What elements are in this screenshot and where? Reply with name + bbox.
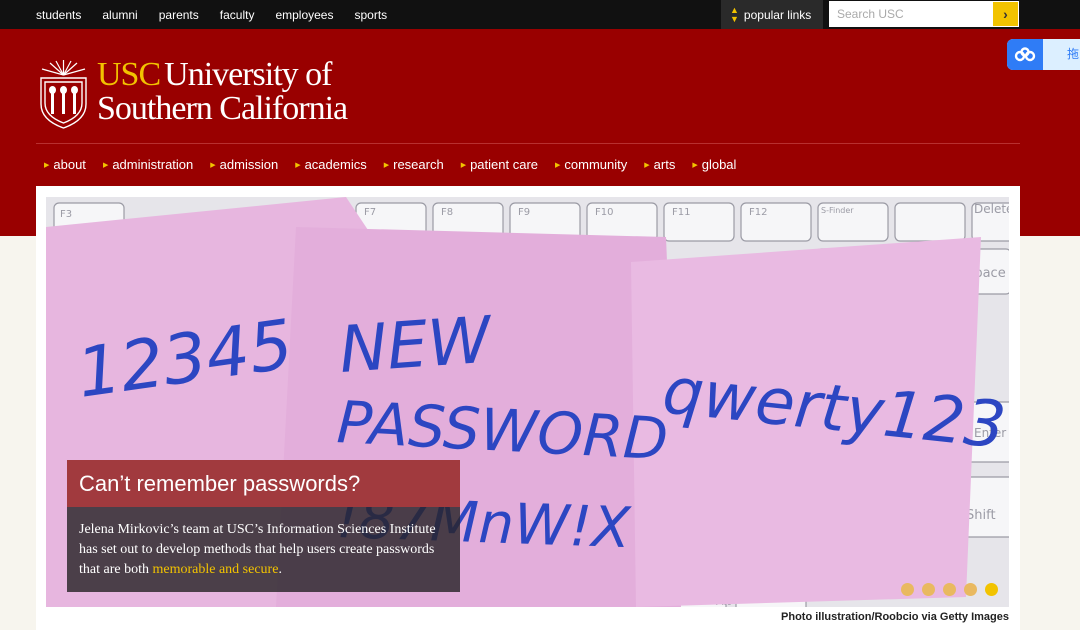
nav-patient-care-label: patient care	[470, 157, 539, 172]
nav-about[interactable]: ▶ about	[44, 157, 86, 172]
key-f11: F11	[672, 207, 690, 218]
slide-dot-3[interactable]	[943, 583, 956, 596]
usc-logo[interactable]: USC University of Southern California	[36, 56, 348, 130]
caret-right-icon: ▶	[383, 161, 390, 169]
nav-administration-label: administration	[112, 157, 194, 172]
caption-link[interactable]: memorable and secure	[152, 562, 278, 577]
header-divider	[36, 143, 1020, 144]
nav-patient-care[interactable]: ▶ patient care	[461, 157, 538, 172]
utility-bar: students alumni parents faculty employee…	[0, 0, 1080, 29]
key-f10: F10	[595, 207, 613, 218]
key-s-finder: S-Finder	[821, 206, 854, 215]
slide-dot-4[interactable]	[964, 583, 977, 596]
hero-caption: Can’t remember passwords? Jelena Mirkovi…	[67, 460, 460, 592]
audience-nav: students alumni parents faculty employee…	[36, 0, 408, 29]
chevron-right-icon: ›	[1003, 6, 1008, 22]
logo-line1: University of	[164, 56, 332, 93]
key-f9: F9	[518, 207, 530, 218]
nav-admission-label: admission	[219, 157, 279, 172]
note-text-new: NEW	[337, 303, 496, 388]
caret-right-icon: ▶	[295, 161, 301, 169]
popular-links-dropdown[interactable]: ▲ ▼ popular links	[721, 0, 823, 29]
popular-links-label: popular links	[743, 7, 812, 22]
caption-end: .	[278, 562, 282, 577]
nav-administration[interactable]: ▶ administration	[103, 157, 193, 172]
search-input[interactable]	[829, 1, 993, 27]
caret-right-icon: ▶	[692, 161, 698, 169]
nav-arts[interactable]: ▶ arts	[644, 157, 675, 172]
search-submit-button[interactable]: ›	[993, 2, 1018, 26]
slide-dot-5[interactable]	[985, 583, 998, 596]
slide-pager	[901, 583, 1006, 596]
key-f8: F8	[441, 207, 453, 218]
caret-right-icon: ▶	[44, 161, 50, 169]
photo-credit: Photo illustration/Roobcio via Getty Ima…	[781, 611, 1009, 623]
key-f3: F3	[60, 209, 72, 220]
nav-global[interactable]: ▶ global	[692, 157, 736, 172]
audience-link-sports[interactable]: sports	[354, 8, 387, 22]
logo-usc: USC	[97, 56, 161, 93]
slide-dot-2[interactable]	[922, 583, 935, 596]
key-shift: Shift	[966, 508, 996, 523]
key-delete: Delete	[974, 202, 1009, 216]
side-tab-label: 拖	[1067, 47, 1080, 61]
logo-line2: Southern California	[97, 90, 348, 127]
nav-community-label: community	[564, 157, 628, 172]
floating-cloud-tab[interactable]: 拖	[1007, 39, 1080, 70]
slide-dot-1[interactable]	[901, 583, 914, 596]
nav-research[interactable]: ▶ research	[384, 157, 444, 172]
cloud-icon	[1007, 39, 1043, 70]
caret-right-icon: ▶	[460, 161, 467, 169]
usc-seal-icon	[40, 60, 87, 129]
key-f12: F12	[749, 207, 767, 218]
sort-arrows-icon: ▲ ▼	[730, 4, 739, 24]
search-box: ›	[829, 1, 1019, 27]
caret-right-icon: ▶	[555, 161, 561, 169]
nav-arts-label: arts	[653, 157, 676, 172]
audience-link-students[interactable]: students	[36, 8, 81, 22]
university-wordmark: USC University of Southern California	[97, 56, 348, 130]
nav-admission[interactable]: ▶ admission	[210, 157, 278, 172]
nav-research-label: research	[393, 157, 444, 172]
caret-right-icon: ▶	[210, 161, 216, 169]
audience-link-employees[interactable]: employees	[275, 8, 333, 22]
caret-right-icon: ▶	[644, 161, 650, 169]
audience-link-alumni[interactable]: alumni	[102, 8, 137, 22]
nav-global-label: global	[701, 157, 737, 172]
caption-body: Jelena Mirkovic’s team at USC’s Informat…	[67, 507, 460, 592]
nav-academics-label: academics	[304, 157, 367, 172]
caption-title[interactable]: Can’t remember passwords?	[67, 460, 460, 507]
audience-link-faculty[interactable]: faculty	[220, 8, 255, 22]
nav-academics[interactable]: ▶ academics	[295, 157, 367, 172]
caret-right-icon: ▶	[102, 161, 109, 169]
key-f7: F7	[364, 207, 376, 218]
nav-about-label: about	[53, 157, 86, 172]
main-nav: ▶ about ▶ administration ▶ admission ▶ acade…	[44, 157, 753, 172]
audience-link-parents[interactable]: parents	[159, 8, 199, 22]
nav-community[interactable]: ▶ community	[555, 157, 627, 172]
